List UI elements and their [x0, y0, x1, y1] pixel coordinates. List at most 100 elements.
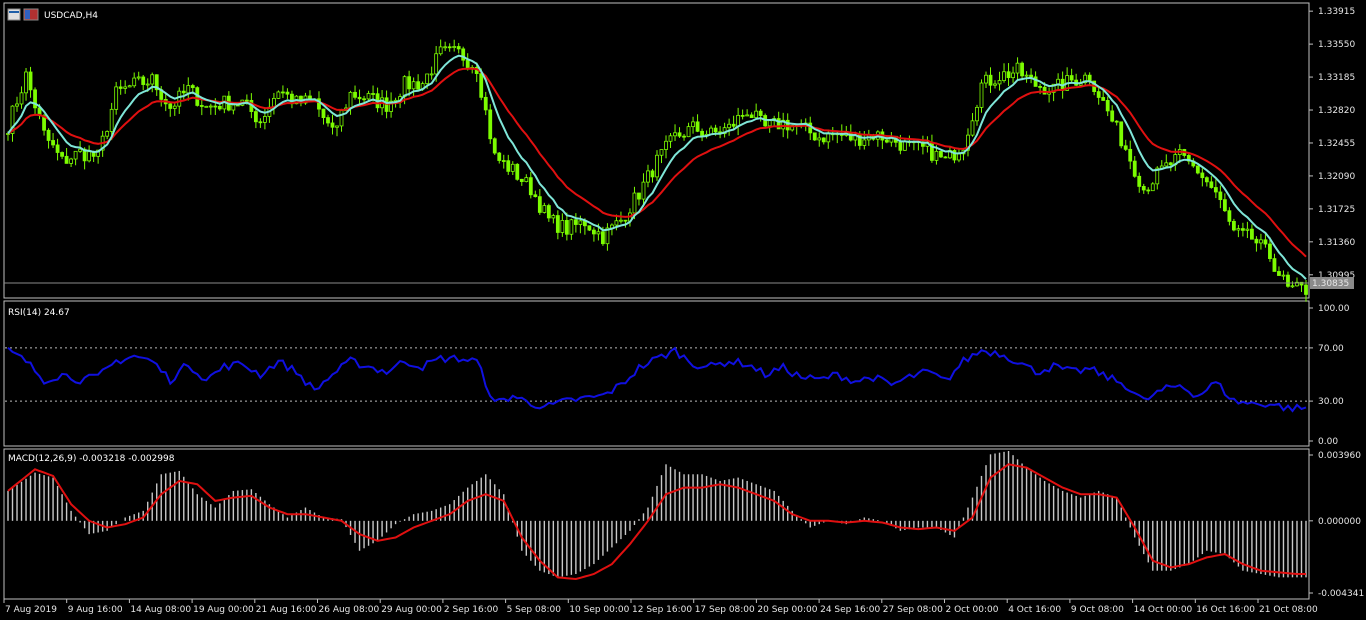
candle-body: [659, 149, 664, 156]
candle-body: [668, 135, 673, 142]
candle-body: [19, 92, 24, 105]
time-tick-label: 2 Oct 00:00: [946, 605, 999, 615]
candle-body: [727, 123, 732, 129]
candle-body: [64, 155, 69, 164]
macd-tick-label: -0.004341: [1318, 589, 1364, 599]
macd-tick-label: 0.003960: [1318, 451, 1361, 461]
candle-body: [1006, 71, 1011, 79]
candle-body: [69, 158, 73, 164]
candle-body: [181, 90, 186, 94]
candle-body: [821, 137, 826, 143]
candle-body: [533, 194, 538, 198]
time-tick-label: 21 Aug 16:00: [256, 605, 317, 615]
candle-body: [551, 215, 556, 219]
candle-body: [785, 119, 790, 131]
candle-body: [1132, 160, 1137, 177]
candle-body: [934, 150, 939, 161]
candle-body: [979, 82, 984, 108]
candle-body: [452, 46, 457, 48]
candle-body: [1114, 120, 1119, 123]
candle-body: [118, 86, 123, 89]
candle-body: [371, 93, 375, 95]
candle-body: [749, 114, 754, 118]
candle-body: [898, 141, 903, 151]
time-tick-label: 12 Sep 16:00: [632, 605, 692, 615]
candle-body: [1254, 238, 1259, 244]
candle-body: [700, 130, 704, 136]
candle-body: [1150, 183, 1155, 192]
candle-body: [136, 76, 141, 79]
rsi-tick-label: 0.00: [1318, 437, 1338, 447]
rsi-panel[interactable]: RSI(14) 24.67 100.00 70.00 30.00 0.00: [5, 304, 1350, 447]
price-tick-label: 1.32090: [1318, 172, 1355, 182]
candle-body: [510, 163, 515, 172]
candle-body: [677, 132, 682, 137]
candle-body: [411, 81, 416, 90]
candle-body: [447, 46, 452, 49]
candle-body: [957, 153, 961, 161]
candle-body: [186, 85, 191, 94]
candle-body: [456, 46, 461, 50]
candle-body: [754, 110, 759, 118]
candle-body: [362, 98, 366, 101]
candle-body: [1204, 177, 1209, 183]
candle-body: [132, 77, 137, 87]
time-tick-label: 2 Sep 16:00: [444, 605, 499, 615]
candle-body: [24, 71, 28, 94]
candle-body: [528, 177, 533, 196]
candle-body: [587, 225, 592, 231]
candle-body: [402, 76, 407, 97]
candle-body: [51, 140, 55, 146]
candle-body: [970, 120, 975, 136]
candle-body: [1011, 72, 1015, 79]
candle-body: [1268, 243, 1272, 259]
candle-body: [87, 151, 92, 162]
time-tick-label: 14 Oct 00:00: [1134, 605, 1193, 615]
candle-body: [1195, 165, 1200, 174]
candle-body: [862, 139, 867, 146]
time-tick-label: 10 Sep 00:00: [569, 605, 629, 615]
time-tick-label: 9 Oct 08:00: [1071, 605, 1124, 615]
candle-body: [655, 154, 659, 178]
candle-body: [1042, 86, 1047, 95]
candle-body: [1110, 110, 1115, 122]
price-tick-label: 1.33185: [1318, 73, 1355, 83]
candle-body: [321, 108, 326, 119]
rsi-tick-label: 30.00: [1318, 397, 1344, 407]
candle-body: [1024, 74, 1029, 77]
candle-body: [826, 132, 831, 143]
candle-body: [258, 121, 263, 124]
candle-body: [1263, 239, 1268, 245]
candle-body: [1236, 228, 1241, 231]
candle-body: [1286, 274, 1290, 287]
candle-body: [1096, 91, 1101, 98]
candle-body: [506, 160, 511, 172]
time-tick-label: 27 Sep 08:00: [883, 605, 943, 615]
candle-body: [1227, 210, 1232, 222]
candle-body: [691, 121, 695, 128]
candle-body: [713, 127, 718, 133]
candle-body: [199, 105, 204, 107]
candle-body: [465, 59, 470, 69]
candle-body: [745, 114, 750, 117]
macd-panel[interactable]: MACD(12,26,9) -0.003218 -0.002998 0.0039…: [7, 451, 1364, 599]
candle-body: [208, 105, 213, 108]
candle-body: [646, 170, 650, 183]
candle-body: [1245, 228, 1250, 231]
candle-body: [637, 192, 641, 200]
candle-body: [217, 105, 222, 110]
chart-window[interactable]: USDCAD,H4 1.339151.335501.331851.328201.…: [0, 0, 1366, 620]
time-tick-label: 19 Aug 00:00: [193, 605, 254, 615]
candle-body: [204, 105, 209, 108]
candle-body: [1105, 100, 1110, 112]
candle-body: [330, 122, 335, 128]
candle-body: [592, 229, 596, 235]
candle-body: [438, 46, 443, 55]
candle-body: [542, 205, 547, 213]
candle-body: [537, 196, 542, 213]
candle-body: [767, 120, 772, 127]
candle-body: [632, 192, 637, 214]
price-panel[interactable]: USDCAD,H4 1.339151.335501.331851.328201.…: [4, 7, 1355, 302]
candle-body: [596, 231, 601, 235]
candle-body: [46, 129, 51, 141]
